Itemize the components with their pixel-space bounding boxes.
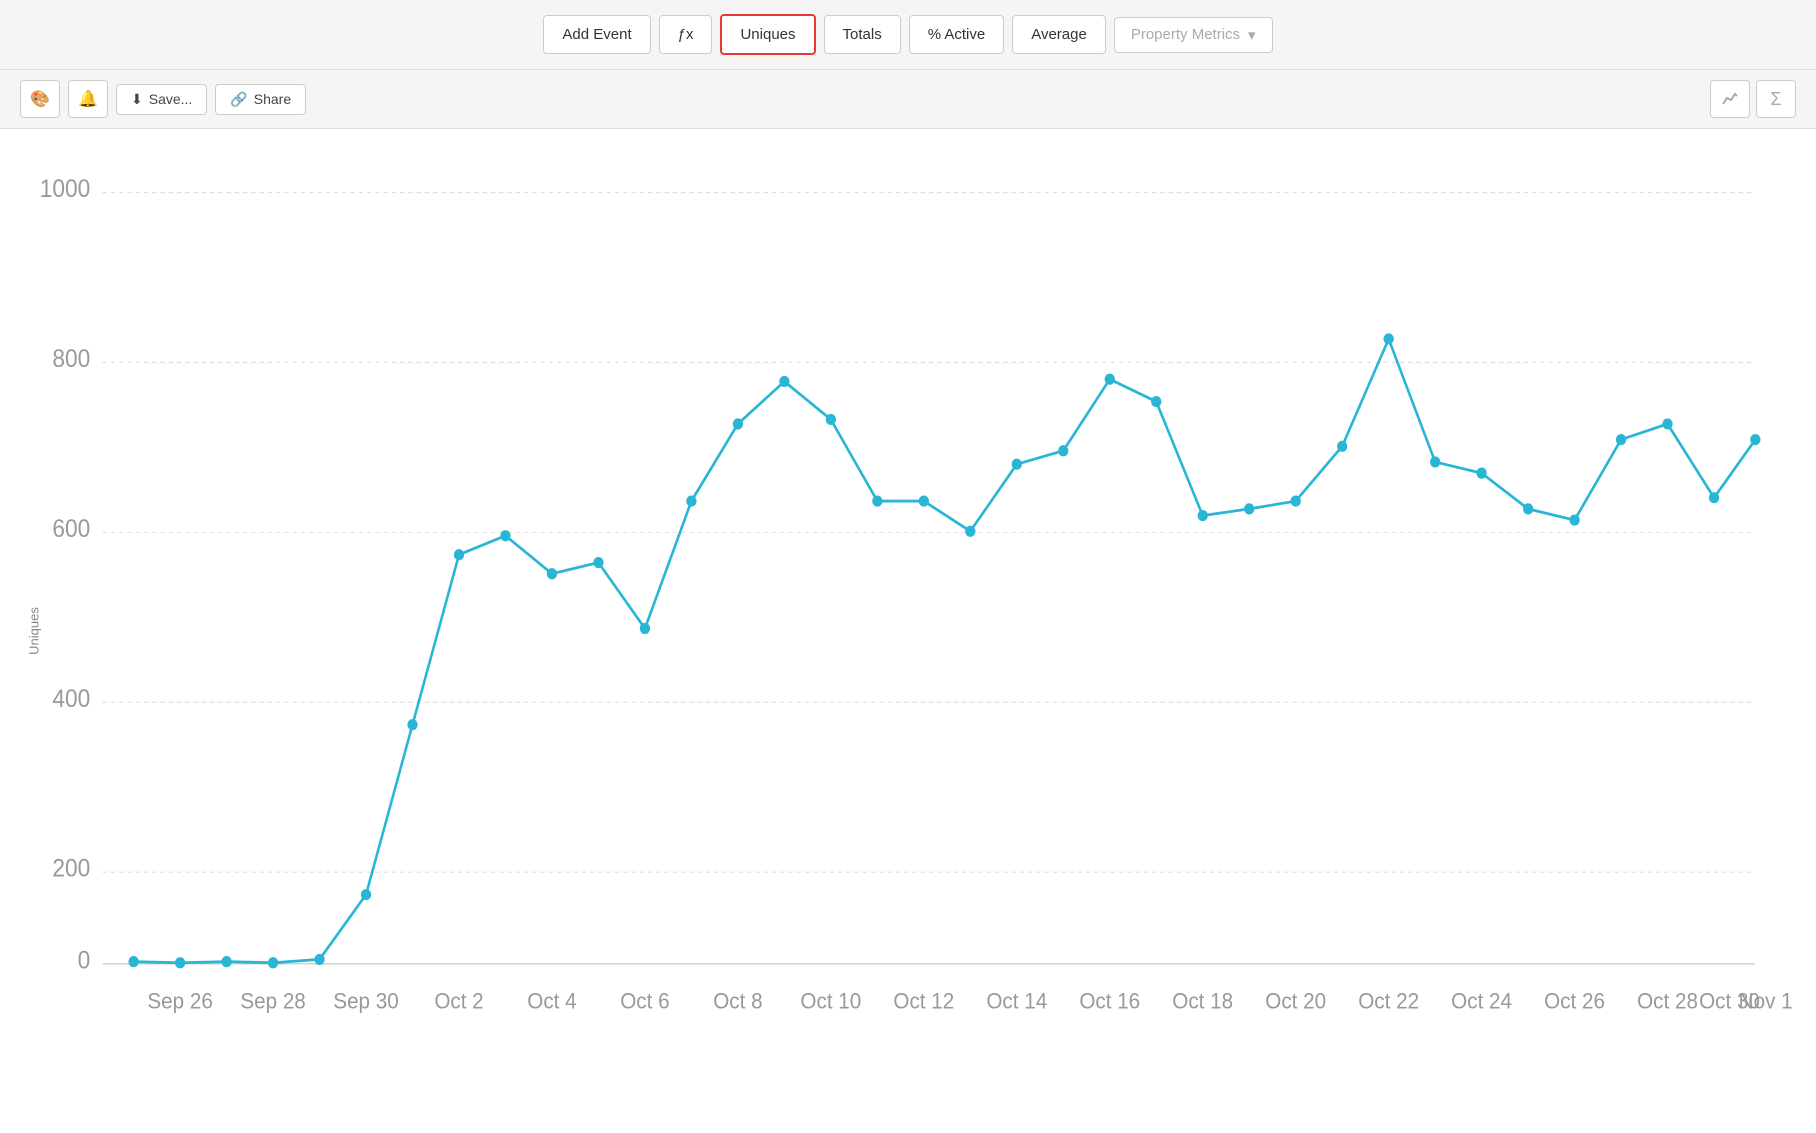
data-point[interactable] [1291, 495, 1301, 506]
data-point[interactable] [221, 956, 231, 967]
svg-text:Oct 4: Oct 4 [527, 989, 576, 1014]
bell-button[interactable]: 🔔 [68, 80, 108, 118]
svg-text:Oct 26: Oct 26 [1544, 989, 1605, 1014]
uniques-button[interactable]: Uniques [720, 14, 815, 55]
data-point[interactable] [965, 526, 975, 537]
svg-text:1000: 1000 [40, 176, 91, 203]
data-point[interactable] [407, 719, 417, 730]
data-point[interactable] [1198, 510, 1208, 521]
top-toolbar: Add Event ƒx Uniques Totals % Active Ave… [0, 0, 1816, 70]
svg-text:Oct 22: Oct 22 [1358, 989, 1419, 1014]
data-point[interactable] [1616, 434, 1626, 445]
data-point[interactable] [547, 568, 557, 579]
data-point[interactable] [1662, 418, 1672, 429]
data-point[interactable] [640, 623, 650, 634]
share-button[interactable]: 🔗 Share [215, 84, 306, 115]
svg-text:Oct 16: Oct 16 [1079, 989, 1140, 1014]
data-point[interactable] [593, 557, 603, 568]
svg-text:Oct 8: Oct 8 [713, 989, 762, 1014]
data-point[interactable] [1244, 503, 1254, 514]
totals-button[interactable]: Totals [824, 15, 901, 54]
svg-text:Oct 20: Oct 20 [1265, 989, 1326, 1014]
chevron-down-icon: ▾ [1248, 26, 1256, 44]
data-point[interactable] [1383, 333, 1393, 344]
data-point[interactable] [872, 495, 882, 506]
add-event-button[interactable]: Add Event [543, 15, 650, 54]
data-point[interactable] [175, 957, 185, 968]
svg-text:600: 600 [52, 516, 90, 543]
data-point[interactable] [454, 549, 464, 560]
svg-text:200: 200 [52, 856, 90, 883]
data-point[interactable] [1058, 445, 1068, 456]
data-point[interactable] [686, 495, 696, 506]
y-axis-label: Uniques [26, 607, 41, 655]
right-toolbar: Σ [1710, 80, 1796, 118]
svg-text:400: 400 [52, 686, 90, 713]
svg-text:Oct 10: Oct 10 [800, 989, 861, 1014]
data-point[interactable] [1151, 396, 1161, 407]
svg-text:Oct 12: Oct 12 [893, 989, 954, 1014]
line-chart-icon [1721, 90, 1739, 108]
data-point[interactable] [1337, 441, 1347, 452]
svg-text:Oct 14: Oct 14 [986, 989, 1047, 1014]
data-point[interactable] [1012, 459, 1022, 470]
svg-text:Oct 18: Oct 18 [1172, 989, 1233, 1014]
fx-button[interactable]: ƒx [659, 15, 713, 54]
svg-text:Sep 28: Sep 28 [240, 989, 305, 1014]
sigma-button[interactable]: Σ [1756, 80, 1796, 118]
data-point[interactable] [1523, 503, 1533, 514]
data-point[interactable] [919, 495, 929, 506]
data-point[interactable] [733, 418, 743, 429]
svg-text:Oct 24: Oct 24 [1451, 989, 1512, 1014]
data-point[interactable] [361, 889, 371, 900]
data-point[interactable] [314, 954, 324, 965]
svg-text:Nov 1: Nov 1 [1739, 989, 1793, 1014]
save-button[interactable]: ⬇ Save... [116, 84, 207, 115]
palette-button[interactable]: 🎨 [20, 80, 60, 118]
secondary-toolbar: 🎨 🔔 ⬇ Save... 🔗 Share Σ [0, 70, 1816, 129]
svg-text:Oct 6: Oct 6 [620, 989, 669, 1014]
svg-text:Sep 26: Sep 26 [147, 989, 212, 1014]
data-point[interactable] [1569, 514, 1579, 525]
percent-active-button[interactable]: % Active [909, 15, 1005, 54]
data-point[interactable] [826, 414, 836, 425]
line-chart-button[interactable] [1710, 80, 1750, 118]
share-icon: 🔗 [230, 91, 247, 108]
svg-text:800: 800 [52, 346, 90, 373]
chart-area: Uniques 1000 800 600 400 200 0 Sep 26 Se… [20, 159, 1776, 1103]
data-point[interactable] [1105, 374, 1115, 385]
data-point[interactable] [1430, 456, 1440, 467]
data-point[interactable] [1709, 492, 1719, 503]
line-chart: 1000 800 600 400 200 0 Sep 26 Sep 28 Sep… [20, 159, 1776, 1009]
data-point[interactable] [1750, 434, 1760, 445]
save-icon: ⬇ [131, 91, 143, 108]
data-point[interactable] [500, 530, 510, 541]
average-button[interactable]: Average [1012, 15, 1106, 54]
property-metrics-label: Property Metrics [1131, 26, 1240, 43]
svg-text:Oct 2: Oct 2 [434, 989, 483, 1014]
chart-line [134, 339, 1756, 963]
data-point[interactable] [268, 957, 278, 968]
svg-text:0: 0 [78, 948, 91, 975]
svg-text:Oct 28: Oct 28 [1637, 989, 1698, 1014]
data-point[interactable] [1476, 468, 1486, 479]
data-point[interactable] [779, 376, 789, 387]
chart-container: Uniques 1000 800 600 400 200 0 Sep 26 Se… [0, 129, 1816, 1133]
svg-text:Sep 30: Sep 30 [333, 989, 398, 1014]
property-metrics-button[interactable]: Property Metrics ▾ [1114, 17, 1273, 53]
data-point[interactable] [128, 956, 138, 967]
